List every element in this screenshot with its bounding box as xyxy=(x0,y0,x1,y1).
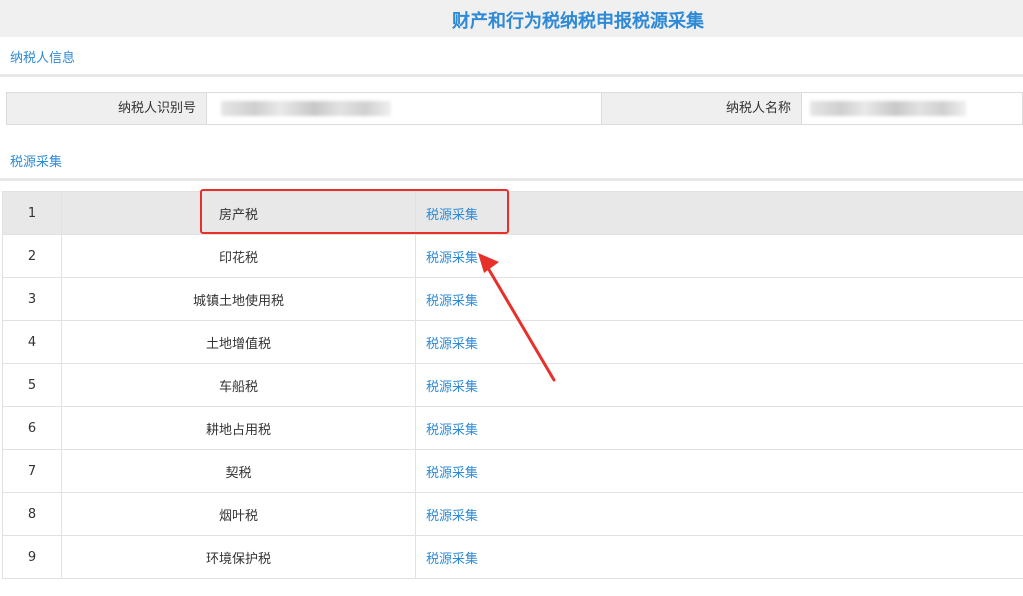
table-row: 4 土地增值税 税源采集 xyxy=(2,320,1023,364)
table-row: 9 环境保护税 税源采集 xyxy=(2,535,1023,579)
tax-name: 印花税 xyxy=(61,234,416,278)
tab-source-collection[interactable]: 税源采集 xyxy=(0,148,73,181)
table-row: 7 契税 税源采集 xyxy=(2,449,1023,493)
taxpayer-name-label: 纳税人名称 xyxy=(602,93,802,124)
row-index: 7 xyxy=(2,449,62,493)
table-row: 6 耕地占用税 税源采集 xyxy=(2,406,1023,450)
tax-name: 车船税 xyxy=(61,363,416,407)
row-index: 5 xyxy=(2,363,62,407)
tax-name: 房产税 xyxy=(61,191,416,235)
source-collection-link[interactable]: 税源采集 xyxy=(426,294,478,309)
action-cell: 税源采集 xyxy=(415,234,1023,278)
row-index: 3 xyxy=(2,277,62,321)
source-collection-link[interactable]: 税源采集 xyxy=(426,423,478,438)
table-row: 2 印花税 税源采集 xyxy=(2,234,1023,278)
tax-source-table: 1 房产税 税源采集 2 印花税 税源采集 3 城镇土地使用税 税源采集 4 土地增值税 税源采集 5 车… xyxy=(2,191,1023,579)
tax-name: 契税 xyxy=(61,449,416,493)
action-cell: 税源采集 xyxy=(415,406,1023,450)
tax-name: 城镇土地使用税 xyxy=(61,277,416,321)
row-index: 1 xyxy=(2,191,62,235)
row-index: 9 xyxy=(2,535,62,579)
source-collection-link[interactable]: 税源采集 xyxy=(426,208,478,223)
tax-name: 土地增值税 xyxy=(61,320,416,364)
taxpayer-name-value xyxy=(802,93,1022,124)
table-row: 1 房产税 税源采集 xyxy=(2,191,1023,235)
action-cell: 税源采集 xyxy=(415,191,1023,235)
action-cell: 税源采集 xyxy=(415,535,1023,579)
action-cell: 税源采集 xyxy=(415,363,1023,407)
action-cell: 税源采集 xyxy=(415,277,1023,321)
page-title: 财产和行为税纳税申报税源采集 xyxy=(452,11,704,32)
tax-name: 环境保护税 xyxy=(61,535,416,579)
header-bar: 财产和行为税纳税申报税源采集 xyxy=(0,0,1023,37)
source-collection-link[interactable]: 税源采集 xyxy=(426,337,478,352)
row-index: 2 xyxy=(2,234,62,278)
table-row: 8 烟叶税 税源采集 xyxy=(2,492,1023,536)
divider xyxy=(0,178,1023,181)
action-cell: 税源采集 xyxy=(415,320,1023,364)
tax-name: 烟叶税 xyxy=(61,492,416,536)
action-cell: 税源采集 xyxy=(415,449,1023,493)
source-collection-link[interactable]: 税源采集 xyxy=(426,509,478,524)
row-index: 8 xyxy=(2,492,62,536)
redacted-id xyxy=(221,101,391,116)
divider xyxy=(0,74,1023,77)
source-collection-link[interactable]: 税源采集 xyxy=(426,466,478,481)
tax-name: 耕地占用税 xyxy=(61,406,416,450)
source-collection-link[interactable]: 税源采集 xyxy=(426,380,478,395)
action-cell: 税源采集 xyxy=(415,492,1023,536)
taxpayer-info-panel: 纳税人识别号 纳税人名称 xyxy=(6,92,1023,125)
taxpayer-id-value xyxy=(207,93,602,124)
tab-taxpayer-info[interactable]: 纳税人信息 xyxy=(0,44,86,77)
row-index: 6 xyxy=(2,406,62,450)
row-index: 4 xyxy=(2,320,62,364)
table-row: 5 车船税 税源采集 xyxy=(2,363,1023,407)
table-row: 3 城镇土地使用税 税源采集 xyxy=(2,277,1023,321)
source-collection-link[interactable]: 税源采集 xyxy=(426,552,478,567)
redacted-name xyxy=(810,101,966,116)
source-collection-link[interactable]: 税源采集 xyxy=(426,251,478,266)
taxpayer-id-label: 纳税人识别号 xyxy=(7,93,207,124)
